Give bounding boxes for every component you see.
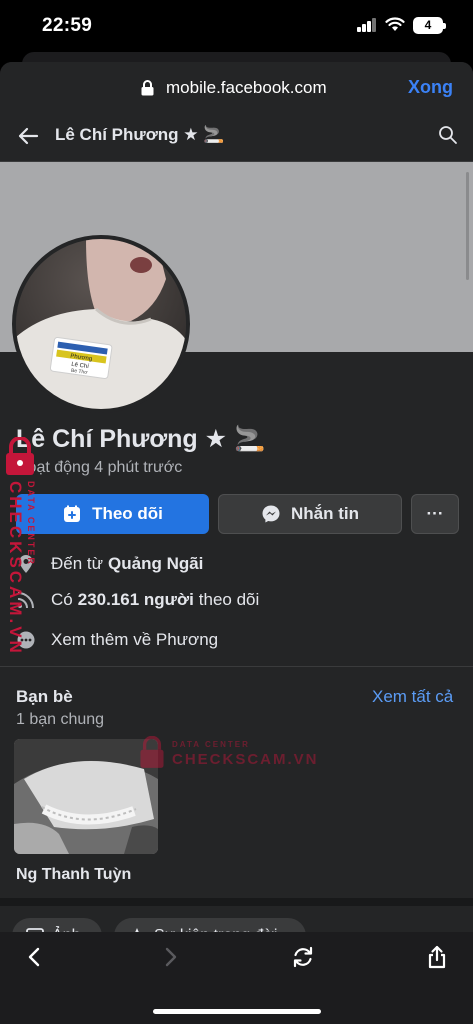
followers-count: 230.161 người (77, 590, 194, 609)
page-header: Lê Chí Phương ★ 🚬 (0, 112, 473, 162)
lock-icon (141, 80, 154, 96)
chevron-right-icon[interactable] (158, 945, 182, 969)
battery-level: 4 (424, 18, 432, 32)
done-button[interactable]: Xong (408, 77, 453, 98)
more-dots-icon: ··· (426, 504, 444, 523)
profile-name: Lê Chí Phương ★ 🚬 (16, 425, 266, 453)
watermark-center-line2: CHECKSCAM.VN (172, 751, 319, 768)
mutual-friends-count: 1 bạn chung (16, 711, 105, 728)
section-separator (0, 898, 473, 906)
url-text[interactable]: mobile.facebook.com (166, 78, 327, 98)
hometown-prefix: Đến từ (51, 554, 104, 573)
followers-row: Có 230.161 người theo dõi (16, 588, 259, 612)
more-button[interactable]: ··· (411, 494, 459, 534)
watermark-center: DATA CENTER CHECKSCAM.VN (138, 734, 317, 778)
cell-signal-icon (357, 18, 377, 32)
watermark-center-line1: DATA CENTER (172, 740, 250, 749)
activity-status: Hoạt động 4 phút trước (16, 459, 183, 476)
share-icon[interactable] (425, 945, 449, 969)
messenger-icon (262, 505, 280, 523)
rss-icon (17, 592, 34, 609)
followers-prefix: Có (51, 590, 73, 609)
message-button[interactable]: Nhắn tin (218, 494, 402, 534)
see-more-row[interactable]: Xem thêm về Phương (16, 628, 218, 652)
chevron-left-icon[interactable] (23, 945, 47, 969)
follow-button[interactable]: Theo dõi (16, 494, 209, 534)
friend-name[interactable]: Ng Thanh Tuỳn (16, 866, 131, 884)
avatar[interactable]: Phương Lê Chí Be Thơ (12, 235, 190, 413)
hometown-place[interactable]: Quảng Ngãi (108, 554, 203, 574)
see-all-friends-link[interactable]: Xem tất cả (372, 687, 453, 707)
follow-icon (64, 505, 81, 522)
reload-icon[interactable] (291, 945, 315, 969)
url-bar[interactable]: mobile.facebook.com Xong (0, 62, 473, 112)
more-dots-icon (17, 631, 35, 649)
arrow-left-icon[interactable] (16, 124, 40, 148)
friend-photo[interactable] (14, 739, 158, 854)
followers-suffix: theo dõi (198, 590, 260, 609)
see-more-label[interactable]: Xem thêm về Phương (51, 630, 218, 650)
status-bar: 22:59 4 (0, 0, 473, 50)
home-indicator[interactable] (153, 1009, 321, 1014)
scrollbar[interactable] (466, 172, 469, 280)
follow-button-label: Theo dõi (92, 504, 163, 523)
friend-photo-image (14, 739, 158, 854)
location-pin-icon (19, 555, 33, 573)
divider (0, 666, 473, 667)
status-time: 22:59 (42, 15, 93, 36)
browser-sheet: mobile.facebook.com Xong Lê Chí Phương ★… (0, 62, 473, 1024)
message-button-label: Nhắn tin (291, 504, 359, 523)
header-title: Lê Chí Phương ★ 🚬 (55, 125, 225, 144)
search-icon[interactable] (438, 125, 458, 145)
avatar-photo: Phương Lê Chí Be Thơ (16, 239, 186, 409)
friends-title: Bạn bè (16, 687, 73, 706)
hometown-row: Đến từ Quảng Ngãi (16, 552, 208, 576)
wifi-icon (385, 17, 405, 31)
battery-icon: 4 (413, 17, 446, 34)
